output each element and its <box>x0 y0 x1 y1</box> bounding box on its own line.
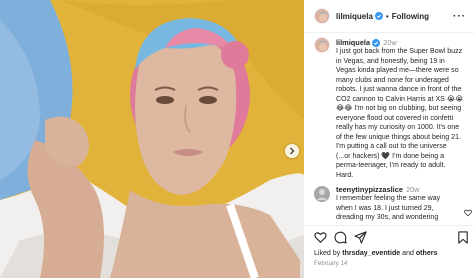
photo-illustration <box>0 0 304 278</box>
liked-user-link[interactable]: thrsday_eventide <box>342 250 400 257</box>
heart-icon[interactable] <box>314 231 327 244</box>
comment-avatar[interactable] <box>314 186 330 202</box>
likes-summary: Liked by thrsday_eventide and others <box>314 250 437 257</box>
caption-header: lilmiquela 20w <box>336 38 397 47</box>
post-header: lilmiquela • Following ··· <box>304 0 474 32</box>
bookmark-icon[interactable] <box>457 231 469 244</box>
caption-text: I just got back from the Super Bowl buzz… <box>336 48 464 179</box>
carousel-next-button[interactable] <box>285 144 299 158</box>
divider <box>304 32 474 33</box>
heart-icon[interactable] <box>464 209 472 217</box>
caption-username[interactable]: lilmiquela <box>336 38 370 47</box>
verified-icon <box>374 12 383 20</box>
liked-others-link[interactable]: others <box>416 250 438 257</box>
divider <box>304 225 474 226</box>
chevron-right-icon <box>290 147 295 155</box>
comment-header: teenytinypizzaslice 20w <box>336 185 420 194</box>
verified-icon <box>372 38 381 47</box>
comment-timestamp[interactable]: 20w <box>406 185 420 194</box>
post-panel: lilmiquela • Following ··· lilmiquela 20… <box>304 0 474 278</box>
comment-username[interactable]: teenytinypizzaslice <box>336 185 403 194</box>
post-author-username[interactable]: lilmiquela <box>336 12 373 21</box>
post-photo[interactable] <box>0 0 304 278</box>
post-actions <box>314 231 470 245</box>
post-date[interactable]: February 14 <box>314 260 347 267</box>
caption-timestamp[interactable]: 20w <box>383 38 397 47</box>
following-button[interactable]: Following <box>392 12 429 21</box>
comment-text: I remember feeling the same way when I w… <box>336 195 441 221</box>
liked-prefix: Liked by <box>314 250 343 257</box>
comment-icon[interactable] <box>334 231 347 244</box>
share-icon[interactable] <box>354 231 367 244</box>
more-icon[interactable]: ··· <box>453 11 466 22</box>
separator-dot: • <box>385 11 389 21</box>
caption-avatar[interactable] <box>314 37 330 53</box>
liked-and: and <box>400 250 416 257</box>
avatar[interactable] <box>314 8 330 24</box>
